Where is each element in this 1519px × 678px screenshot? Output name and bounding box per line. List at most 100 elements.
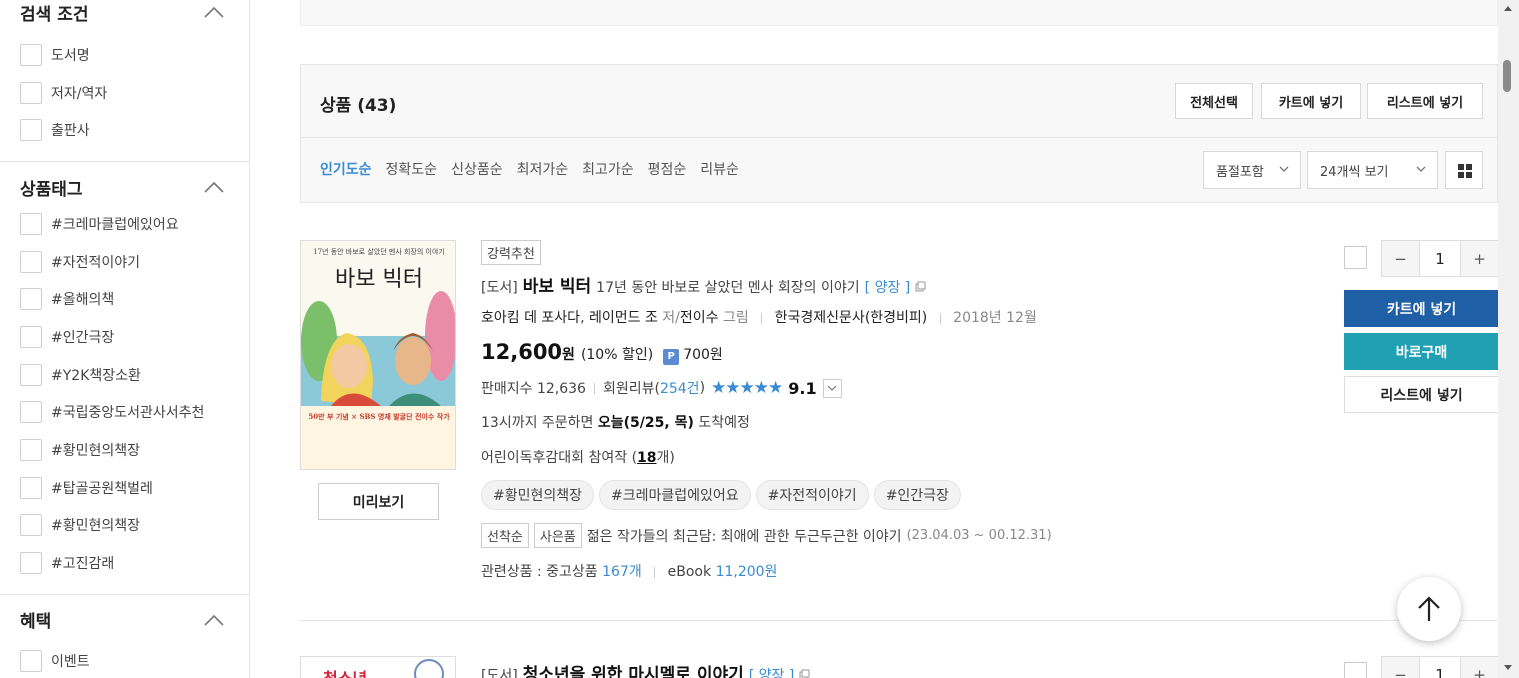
book-cover[interactable]: 청소년: [300, 656, 456, 678]
binding-link[interactable]: [ 양장 ]: [749, 665, 795, 678]
hashtag[interactable]: #황민현의책장: [481, 480, 595, 510]
checkbox[interactable]: [20, 552, 42, 575]
product-tag-header[interactable]: 상품태그: [0, 175, 249, 200]
per-page-select[interactable]: 24개씩 보기: [1307, 151, 1438, 189]
benefit-option[interactable]: 이벤트: [0, 642, 249, 678]
product-tag-section: 상품태그 #크레마클럽에있어요 #자전적이야기 #올해의책 #인간극장 #Y2K…: [0, 162, 249, 595]
related-label: 관련상품 : 중고상품: [481, 564, 598, 580]
hashtag[interactable]: #자전적이야기: [755, 480, 869, 510]
add-to-wishlist-button[interactable]: 리스트에 넣기: [1344, 376, 1499, 413]
sort-accuracy[interactable]: 정확도순: [386, 159, 438, 179]
scrollbar-thumb[interactable]: [1503, 60, 1511, 92]
tag-option[interactable]: #탑골공원책벌레: [0, 469, 249, 507]
checkbox[interactable]: [20, 288, 42, 311]
page-scrollbar[interactable]: [1498, 0, 1519, 678]
filter-option[interactable]: 출판사: [0, 111, 249, 149]
book-title[interactable]: 청소년을 위한 마시멜로 이야기: [523, 660, 744, 678]
publisher-link[interactable]: 한국경제신문사(한경비피): [775, 310, 928, 326]
tag-option[interactable]: #인간극장: [0, 318, 249, 356]
grid-view-button[interactable]: [1445, 151, 1483, 189]
sort-highest-price[interactable]: 최고가순: [582, 159, 634, 179]
item-checkbox[interactable]: [1344, 246, 1367, 269]
preview-button[interactable]: 미리보기: [318, 483, 439, 520]
new-window-icon[interactable]: [799, 669, 810, 678]
author-link[interactable]: 호아킴 데 포사다: [481, 310, 580, 326]
quantity-value[interactable]: 1: [1419, 657, 1461, 678]
tag-option[interactable]: #Y2K책장소환: [0, 356, 249, 394]
plus-button[interactable]: +: [1461, 657, 1498, 678]
chevron-down-icon: [1279, 166, 1289, 172]
section-title: 검색 조건: [20, 4, 89, 25]
gift-text[interactable]: 젊은 작가들의 최근담: 최애에 관한 두근두근한 이야기: [587, 526, 902, 546]
item-checkbox[interactable]: [1344, 662, 1367, 678]
checkbox[interactable]: [20, 476, 42, 499]
chevron-up-icon[interactable]: [203, 5, 225, 19]
search-condition-header[interactable]: 검색 조건: [0, 0, 249, 25]
tag-option[interactable]: #국립중앙도서관사서추천: [0, 394, 249, 432]
new-window-icon[interactable]: [915, 281, 926, 292]
minus-button[interactable]: −: [1382, 241, 1419, 276]
review-count-link[interactable]: 254건: [660, 378, 700, 398]
tag-option[interactable]: #크레마클럽에있어요: [0, 205, 249, 243]
checkbox[interactable]: [20, 439, 42, 462]
book-subtitle[interactable]: 17년 동안 바보로 살았던 멘사 회장의 이야기: [596, 277, 859, 297]
gift-row: 선착순 사은품 젊은 작가들의 최근담: 최애에 관한 두근두근한 이야기 (2…: [481, 523, 1052, 548]
sort-reviews[interactable]: 리뷰순: [700, 159, 739, 179]
chevron-up-icon[interactable]: [203, 180, 225, 194]
tag-option[interactable]: #황민현의책장: [0, 507, 249, 545]
ebook-price-link[interactable]: 11,200원: [716, 564, 778, 580]
author-row: 호아킴 데 포사다, 레이먼드 조 저/전이수 그림 한국경제신문사(한경비피)…: [481, 307, 1037, 327]
delivery-text: 13시까지 주문하면: [481, 415, 594, 431]
minus-button[interactable]: −: [1382, 657, 1419, 678]
filter-option[interactable]: 도서명: [0, 36, 249, 74]
checkbox[interactable]: [20, 212, 42, 235]
checkbox[interactable]: [20, 401, 42, 424]
sort-lowest-price[interactable]: 최저가순: [517, 159, 569, 179]
checkbox[interactable]: [20, 325, 42, 348]
buy-now-button[interactable]: 바로구매: [1344, 333, 1499, 370]
sort-rating[interactable]: 평점순: [648, 159, 687, 179]
checkbox[interactable]: [20, 43, 42, 66]
option-label: #황민현의책장: [51, 518, 141, 535]
sort-popular[interactable]: 인기도순: [320, 159, 372, 179]
cart-button[interactable]: 카트에 넣기: [1344, 290, 1499, 327]
stock-filter-select[interactable]: 품절포함: [1203, 151, 1301, 189]
event-count-link[interactable]: 18: [637, 450, 656, 466]
used-count-link[interactable]: 167개: [602, 564, 642, 580]
benefit-header[interactable]: 혜택: [0, 608, 249, 632]
seal-icon: [414, 659, 444, 678]
author-link[interactable]: 레이먼드 조: [589, 310, 658, 326]
event-text-post: 개): [656, 450, 675, 466]
scroll-down-arrow-icon[interactable]: [1503, 664, 1513, 672]
quantity-value[interactable]: 1: [1419, 241, 1461, 276]
checkbox[interactable]: [20, 363, 42, 386]
section-title: 혜택: [20, 612, 52, 633]
select-all-button[interactable]: 전체선택: [1175, 83, 1253, 119]
checkbox[interactable]: [20, 250, 42, 273]
checkbox[interactable]: [20, 119, 42, 142]
hashtag[interactable]: #크레마클럽에있어요: [599, 480, 751, 510]
chevron-up-icon[interactable]: [203, 613, 225, 627]
checkbox[interactable]: [20, 514, 42, 537]
illustrator-link[interactable]: 전이수: [680, 310, 719, 326]
tag-option[interactable]: #올해의책: [0, 280, 249, 318]
tag-option[interactable]: #자전적이야기: [0, 243, 249, 281]
scroll-up-arrow-icon[interactable]: [1503, 4, 1513, 12]
option-label: #자전적이야기: [51, 254, 141, 271]
add-to-list-button[interactable]: 리스트에 넣기: [1367, 83, 1483, 119]
binding-link[interactable]: [ 양장 ]: [865, 277, 911, 297]
checkbox[interactable]: [20, 649, 42, 672]
tag-option[interactable]: #고진감래: [0, 544, 249, 582]
filter-option[interactable]: 저자/역자: [0, 74, 249, 112]
tag-option[interactable]: #황민현의책장: [0, 431, 249, 469]
add-to-cart-button[interactable]: 카트에 넣기: [1261, 83, 1361, 119]
book-cover[interactable]: 17년 동안 바보로 살았던 멘사 회장의 이야기 바보 빅터 50만 부 기념…: [300, 240, 456, 470]
book-title[interactable]: 바보 빅터: [523, 272, 591, 297]
hashtag[interactable]: #인간극장: [873, 480, 961, 510]
scroll-to-top-button[interactable]: [1397, 577, 1461, 641]
plus-button[interactable]: +: [1461, 241, 1498, 276]
sort-newest[interactable]: 신상품순: [451, 159, 503, 179]
rating-detail-toggle[interactable]: [822, 378, 842, 398]
chevron-down-icon: [827, 385, 837, 391]
checkbox[interactable]: [20, 81, 42, 104]
